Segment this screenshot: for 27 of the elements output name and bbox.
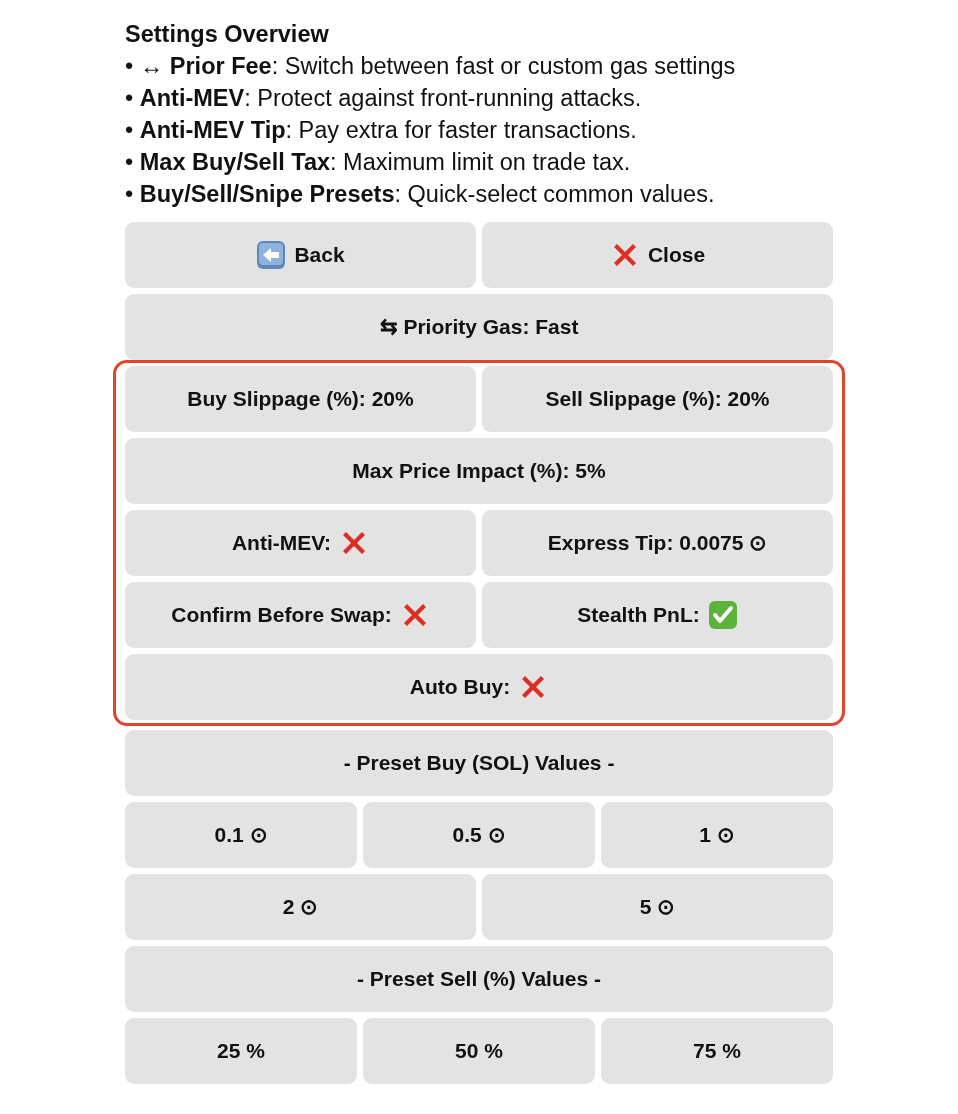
toggle-button[interactable]: Stealth PnL: [482,582,833,648]
menu-button[interactable]: 2 ⊙ [125,874,476,940]
overview-item: • Max Buy/Sell Tax: Maximum limit on trade tax. [125,148,632,177]
menu-button[interactable]: Back [125,222,476,288]
menu-button[interactable]: 0.5 ⊙ [363,802,595,868]
menu-button[interactable]: Max Price Impact (%): 5% [125,438,833,504]
toggle-button[interactable]: Auto Buy: [125,654,833,720]
menu-button[interactable]: 5 ⊙ [482,874,833,940]
menu-button[interactable]: ⇆ Priority Gas: Fast [125,294,833,360]
toggle-button[interactable]: Confirm Before Swap: [125,582,476,648]
menu-button[interactable]: Close [482,222,833,288]
overview-item: • ↔ Prior Fee: Switch between fast or custom gas settings [125,52,737,81]
menu-button[interactable]: 50 % [363,1018,595,1084]
overview-item: • Buy/Sell/Snipe Presets: Quick-select common values. [125,180,716,209]
menu-button[interactable]: 1 ⊙ [601,802,833,868]
menu-button[interactable]: 0.1 ⊙ [125,802,357,868]
menu-button[interactable]: 75 % [601,1018,833,1084]
menu-button[interactable]: - Preset Sell (%) Values - [125,946,833,1012]
menu-button[interactable]: Buy Slippage (%): 20% [125,366,476,432]
overview-title: Settings Overview [125,20,330,49]
menu-button[interactable]: - Preset Buy (SOL) Values - [125,730,833,796]
menu-button[interactable]: Express Tip: 0.0075 ⊙ [482,510,833,576]
menu-button[interactable]: Sell Slippage (%): 20% [482,366,833,432]
overview-item: • Anti-MEV: Protect against front-running attacks. [125,84,643,113]
toggle-button[interactable]: Anti-MEV: [125,510,476,576]
overview-item: • Anti-MEV Tip: Pay extra for faster transactions. [125,116,638,145]
menu-button[interactable]: 25 % [125,1018,357,1084]
